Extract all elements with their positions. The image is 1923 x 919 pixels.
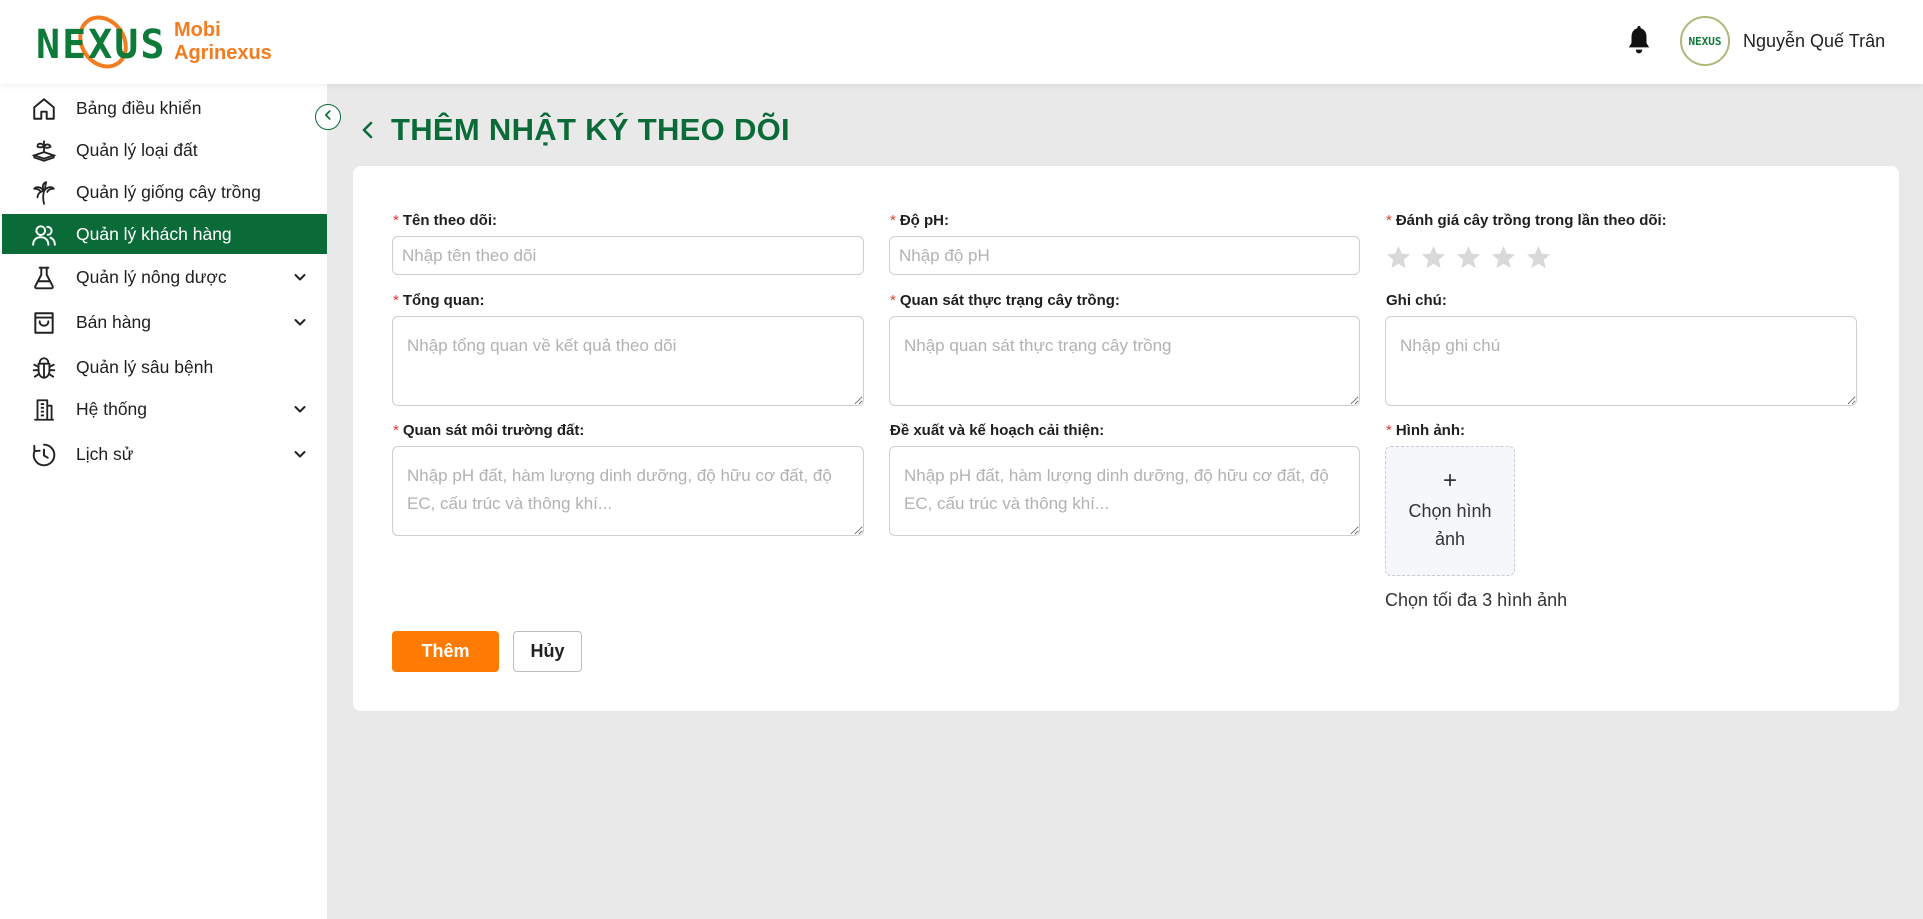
user-name[interactable]: Nguyễn Quế Trân [1743, 31, 1885, 52]
avatar[interactable]: NEXUS [1680, 16, 1730, 66]
sidebar-item-label: Quản lý khách hàng [76, 223, 232, 244]
star-icon[interactable] [1385, 244, 1412, 271]
image-upload-hint: Chọn tối đa 3 hình ảnh [1385, 590, 1568, 610]
logo-text-line1: Mobi [174, 19, 221, 41]
rating-label-text: Đánh giá cây trồng trong lần theo dõi: [1395, 212, 1667, 229]
chevron-down-icon [292, 314, 308, 330]
sidebar-item-label: Quản lý sâu bệnh [76, 356, 214, 377]
required-mark: * [393, 292, 399, 309]
required-mark: * [393, 212, 399, 229]
sidebar-item-label: Bán hàng [76, 311, 151, 332]
name-input[interactable] [392, 236, 864, 275]
plus-icon: + [1442, 467, 1457, 494]
palm-tree-icon [31, 180, 57, 206]
submit-button[interactable]: Thêm [392, 631, 499, 672]
ph-label-text: Độ pH: [899, 212, 949, 229]
name-label: * Tên theo dõi: [393, 212, 497, 229]
rating-stars [1385, 244, 1560, 271]
sidebar-item-sales[interactable]: Bán hàng [2, 302, 327, 342]
rating-label: * Đánh giá cây trồng trong lần theo dõi: [1386, 212, 1667, 229]
main-content: THÊM NHẬT KÝ THEO DÕI *Tên theo dõi: *Độ… [327, 84, 1923, 919]
soil-observation-label-text: Quan sát môi trường đất: [402, 422, 585, 439]
logo-mark: NEXUS [36, 5, 164, 79]
images-label: * Hình ảnh: [1386, 422, 1465, 439]
sidebar-item-label: Hệ thống [76, 398, 148, 419]
crop-observation-textarea[interactable] [889, 316, 1360, 406]
image-upload-button[interactable]: + Chọn hình ảnh [1385, 446, 1515, 576]
sidebar-item-label: Lịch sử [76, 443, 134, 464]
star-icon[interactable] [1525, 244, 1552, 271]
required-mark: * [890, 292, 896, 309]
chevron-down-icon [292, 401, 308, 417]
images-label-text: Hình ảnh: [1395, 422, 1465, 439]
improvement-plan-label-text: Đề xuất và kế hoạch cải thiện: [890, 422, 1105, 439]
name-label-text: Tên theo dõi: [402, 212, 497, 229]
overview-label-text: Tổng quan: [402, 292, 485, 309]
improvement-plan-label: Đề xuất và kế hoạch cải thiện: [890, 422, 1104, 439]
star-icon[interactable] [1455, 244, 1482, 271]
soil-icon [31, 138, 57, 164]
sidebar-item-pesticides[interactable]: Quản lý nông dược [2, 257, 327, 297]
sidebar-item-label: Quản lý loại đất [76, 139, 198, 160]
note-textarea[interactable] [1385, 316, 1857, 406]
page-title: THÊM NHẬT KÝ THEO DÕI [391, 112, 790, 147]
required-mark: * [393, 422, 399, 439]
cancel-button[interactable]: Hủy [513, 631, 582, 672]
crop-observation-label: * Quan sát thực trạng cây trồng: [890, 292, 1120, 309]
note-label-text: Ghi chú: [1386, 292, 1447, 309]
flask-icon [31, 265, 57, 291]
chevron-down-icon [292, 269, 308, 285]
soil-observation-label: * Quan sát môi trường đất: [393, 422, 584, 439]
sidebar-item-system[interactable]: Hệ thống [2, 389, 327, 429]
logo-letters: NEXUS [36, 22, 167, 68]
back-arrow-icon[interactable] [357, 119, 379, 141]
logo-text: Mobi Agrinexus [174, 19, 272, 65]
chevron-left-icon [321, 108, 335, 127]
logo-text-line2: Agrinexus [174, 42, 272, 64]
sidebar-item-label: Quản lý nông dược [76, 266, 227, 287]
building-icon [31, 397, 57, 423]
improvement-plan-textarea[interactable] [889, 446, 1360, 536]
sidebar-item-label: Quản lý giống cây trồng [76, 181, 261, 202]
sidebar-collapse-button[interactable] [315, 104, 341, 130]
page-header: THÊM NHẬT KÝ THEO DÕI [357, 112, 790, 148]
sidebar-item-history[interactable]: Lịch sử [2, 434, 327, 474]
star-icon[interactable] [1420, 244, 1447, 271]
home-icon [31, 96, 57, 122]
app-logo[interactable]: NEXUS Mobi Agrinexus [36, 5, 272, 79]
ph-input[interactable] [889, 236, 1360, 275]
form-card: *Tên theo dõi: *Độ pH: *Đánh giá cây trồ… [353, 166, 1899, 711]
bug-icon [31, 355, 57, 381]
bell-icon[interactable] [1626, 26, 1652, 56]
avatar-text: NEXUS [1688, 34, 1722, 48]
crop-observation-label-text: Quan sát thực trạng cây trồng: [899, 292, 1120, 309]
clock-icon [31, 442, 57, 468]
sidebar-item-customers[interactable]: Quản lý khách hàng [2, 214, 327, 254]
required-mark: * [1386, 212, 1392, 229]
star-icon[interactable] [1490, 244, 1517, 271]
sidebar: Bảng điều khiển Quản lý loại đất Quản lý… [0, 84, 327, 919]
overview-textarea[interactable] [392, 316, 864, 406]
top-header: NEXUS Mobi Agrinexus NEXUS Nguyễn Quế Tr… [0, 0, 1923, 84]
users-icon [31, 222, 57, 248]
image-upload-label: Chọn hình ảnh [1408, 501, 1492, 549]
sidebar-item-soil-types[interactable]: Quản lý loại đất [2, 130, 327, 170]
soil-observation-textarea[interactable] [392, 446, 864, 536]
chevron-down-icon [292, 446, 308, 462]
sidebar-item-dashboard[interactable]: Bảng điều khiển [2, 88, 327, 128]
overview-label: * Tổng quan: [393, 292, 485, 309]
required-mark: * [1386, 422, 1392, 439]
ph-label: * Độ pH: [890, 212, 949, 229]
sidebar-item-pests[interactable]: Quản lý sâu bệnh [2, 347, 327, 387]
sidebar-item-label: Bảng điều khiển [76, 97, 202, 118]
sidebar-item-crop-varieties[interactable]: Quản lý giống cây trồng [2, 172, 327, 212]
shopping-bag-icon [31, 310, 57, 336]
note-label: Ghi chú: [1386, 292, 1447, 309]
required-mark: * [890, 212, 896, 229]
